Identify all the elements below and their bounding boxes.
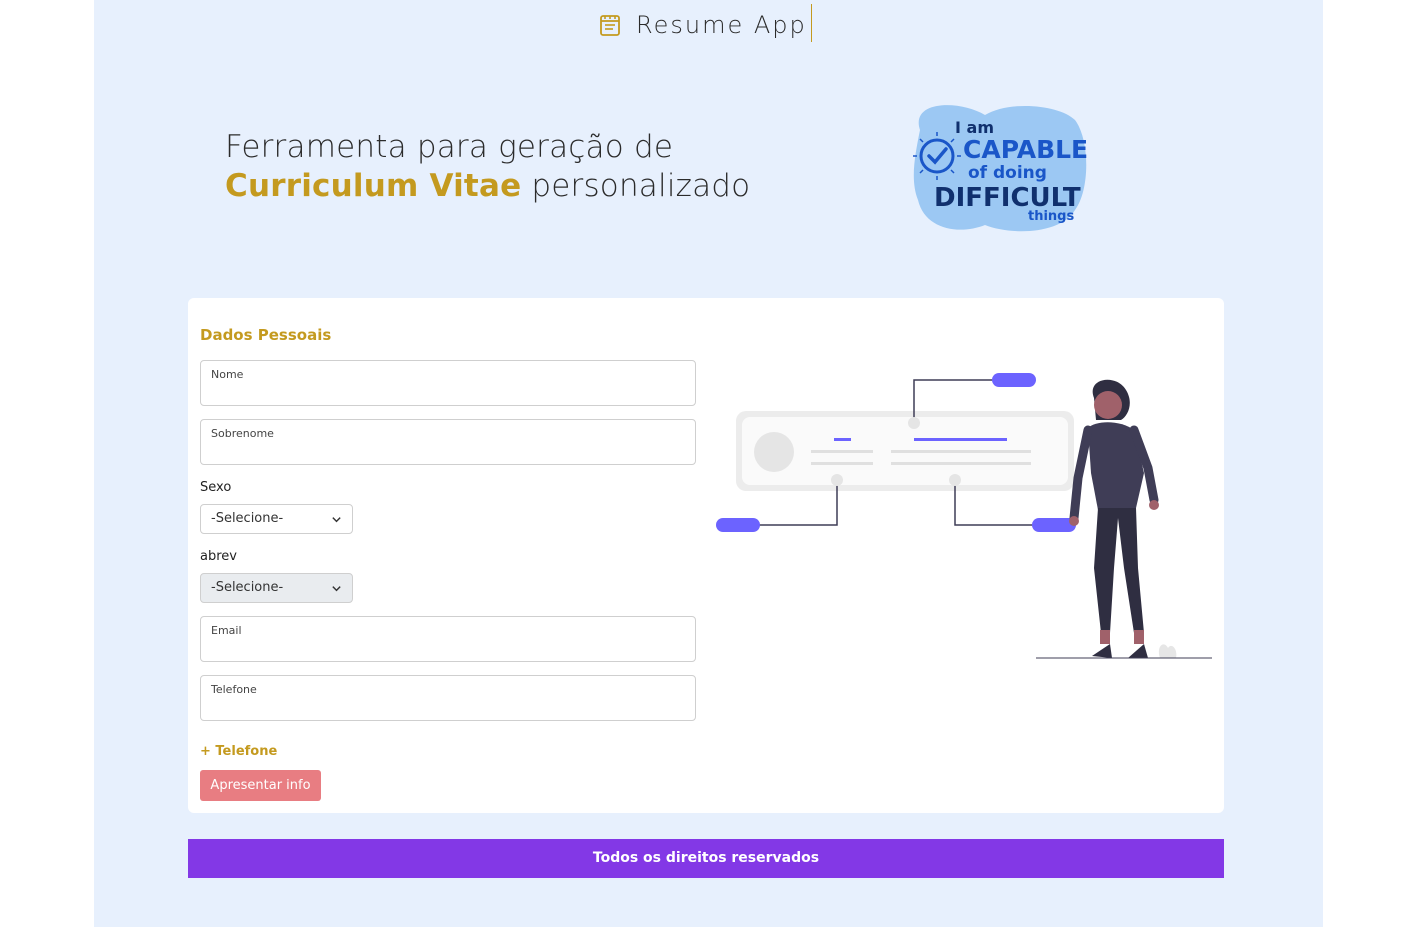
capable-badge: I am CAPABLE of doing DIFFICULT things (913, 105, 1088, 232)
badge-line-3: of doing (968, 163, 1047, 183)
email-input[interactable] (211, 640, 681, 656)
header-divider (811, 4, 812, 42)
nome-input[interactable] (211, 384, 681, 400)
chevron-down-icon (332, 517, 341, 523)
hero-line-1: Ferramenta para geração de (225, 129, 674, 165)
sobrenome-input[interactable] (211, 443, 681, 459)
add-telefone-link[interactable]: + Telefone (200, 744, 277, 759)
sexo-select[interactable]: -Selecione- (200, 504, 353, 534)
header: Resume App (94, 0, 1323, 48)
telefone-field[interactable]: Telefone (200, 675, 696, 721)
app-title: Resume App (636, 11, 807, 39)
hero-line-2-rest: personalizado (521, 168, 751, 204)
abrev-select[interactable]: -Selecione- (200, 573, 353, 603)
badge-line-5: things (1028, 209, 1074, 224)
sobrenome-label: Sobrenome (211, 427, 274, 440)
personal-data-card: Dados Pessoais Nome Sobrenome Sexo -Sele… (188, 298, 1224, 813)
abrev-select-value: -Selecione- (211, 580, 284, 595)
profile-illustration (716, 373, 1212, 659)
telefone-label: Telefone (211, 683, 257, 696)
chevron-down-icon (332, 586, 341, 592)
sobrenome-field[interactable]: Sobrenome (200, 419, 696, 465)
hero-line-2: Curriculum Vitae personalizado (225, 167, 785, 206)
badge-line-2: CAPABLE (963, 135, 1088, 164)
hero-headline: Ferramenta para geração de Curriculum Vi… (225, 128, 785, 206)
sexo-select-value: -Selecione- (211, 511, 284, 526)
nome-label: Nome (211, 368, 244, 381)
notepad-icon (600, 15, 620, 36)
telefone-input[interactable] (211, 699, 681, 715)
hero-accent: Curriculum Vitae (225, 168, 522, 204)
apresentar-info-button[interactable]: Apresentar info (200, 770, 321, 801)
footer: Todos os direitos reservados (188, 839, 1224, 878)
email-field[interactable]: Email (200, 616, 696, 662)
section-title: Dados Pessoais (200, 326, 332, 344)
hero-badge-image: I am CAPABLE of doing DIFFICULT things (890, 60, 1108, 280)
sexo-label: Sexo (200, 480, 232, 495)
email-label: Email (211, 624, 242, 637)
nome-field[interactable]: Nome (200, 360, 696, 406)
brand[interactable]: Resume App (598, 8, 807, 42)
abrev-label: abrev (200, 549, 237, 564)
page-background: Resume App Ferramenta para geração de Cu… (94, 0, 1323, 927)
